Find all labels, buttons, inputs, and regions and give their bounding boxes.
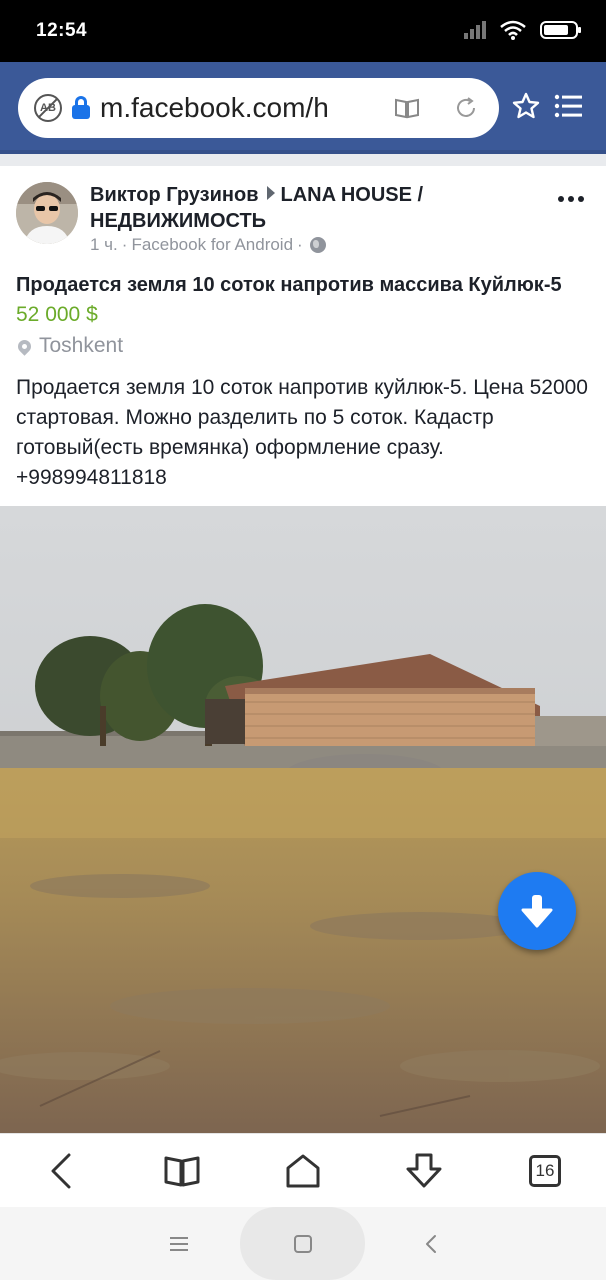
post-time[interactable]: 1 ч. <box>90 235 118 255</box>
recents-button[interactable] <box>164 1229 194 1259</box>
star-icon[interactable] <box>512 92 540 120</box>
more-options-icon[interactable] <box>558 196 584 202</box>
nav-back-button[interactable] <box>416 1229 446 1259</box>
status-time: 12:54 <box>36 20 88 41</box>
globe-icon <box>309 237 326 253</box>
nav-home-button[interactable] <box>288 1229 318 1259</box>
feed-separator <box>0 154 606 166</box>
reload-icon[interactable] <box>454 96 478 120</box>
tabs-icon: 16 <box>529 1155 561 1187</box>
post-source: Facebook for Android <box>131 235 294 254</box>
post-header: Виктор Грузинов LANA HOUSE / НЕДВИЖИМОСТЬ <box>90 182 530 234</box>
post-description: Продается земля 10 соток напротив куйлюк… <box>16 376 588 489</box>
reader-mode-icon[interactable] <box>394 97 420 119</box>
lock-icon <box>72 96 90 120</box>
signal-icon <box>464 21 486 39</box>
home-square-icon <box>294 1235 312 1253</box>
recents-icon <box>170 1237 188 1251</box>
menu-list-icon[interactable] <box>554 93 584 119</box>
location-text: Toshkent <box>39 334 124 357</box>
listing-price: 52 000 $ <box>16 303 98 326</box>
back-button[interactable] <box>40 1150 82 1192</box>
post-meta: 1 ч. · Facebook for Android · <box>90 235 326 255</box>
bookmarks-button[interactable] <box>161 1150 203 1192</box>
caret-right-icon <box>266 186 275 200</box>
back-arrow-icon <box>426 1235 436 1253</box>
tabs-button[interactable]: 16 <box>524 1150 566 1192</box>
listing-photo[interactable] <box>0 506 606 1133</box>
system-nav-bar <box>0 1207 606 1280</box>
bottom-toolbar: 16 <box>0 1133 606 1207</box>
status-icons <box>464 20 581 40</box>
download-button[interactable] <box>498 872 576 950</box>
home-button[interactable] <box>282 1150 324 1192</box>
arrow-down-icon <box>521 895 553 928</box>
meta-separator: · <box>297 235 303 254</box>
listing-location: Toshkent <box>15 334 124 358</box>
browser-toolbar: AB m.facebook.com/h <box>0 62 606 154</box>
status-bar: 12:54 <box>0 0 606 62</box>
avatar[interactable] <box>16 182 78 244</box>
author-name[interactable]: Виктор Грузинов <box>90 184 259 206</box>
home-icon <box>286 1154 320 1188</box>
url-text[interactable]: m.facebook.com/h <box>100 92 362 124</box>
bookmarks-icon <box>164 1156 200 1187</box>
battery-icon <box>540 21 581 39</box>
adblock-icon[interactable]: AB <box>34 94 62 122</box>
address-bar[interactable]: AB m.facebook.com/h <box>18 78 499 138</box>
meta-separator: · <box>121 235 128 254</box>
download-icon <box>406 1153 442 1188</box>
download-toolbar-button[interactable] <box>403 1150 445 1192</box>
back-icon <box>51 1153 71 1189</box>
listing-title[interactable]: Продается земля 10 соток напротив массив… <box>16 274 562 297</box>
wifi-icon <box>500 20 526 40</box>
location-pin-icon <box>15 336 34 356</box>
